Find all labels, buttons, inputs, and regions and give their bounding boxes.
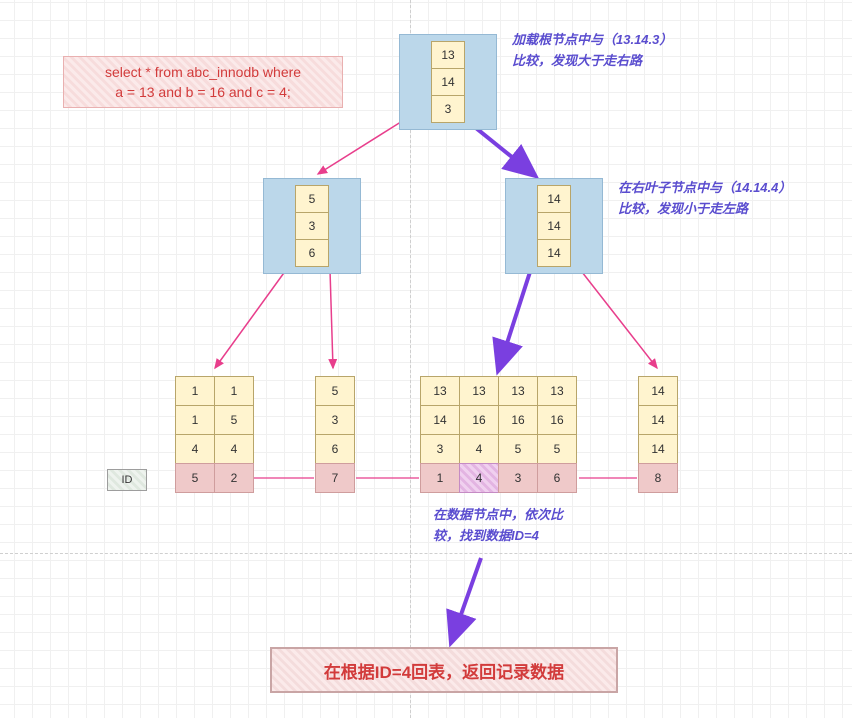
root-cell-2: 3 bbox=[431, 95, 465, 123]
annotation-data: 在数据节点中，依次比较，找到数据ID=4 bbox=[433, 505, 633, 547]
sql-query-box: select * from abc_innodb where a = 13 an… bbox=[63, 56, 343, 108]
root-node: 13 14 3 bbox=[399, 34, 497, 130]
leaf3-c0r1: 14 bbox=[420, 405, 460, 435]
leaf3-c0r2: 3 bbox=[420, 434, 460, 464]
leaf3-c0r0: 13 bbox=[420, 376, 460, 406]
leaf2-c0r2: 6 bbox=[315, 434, 355, 464]
leaf3-c1r2: 4 bbox=[459, 434, 499, 464]
leaf3-c1r3-selected: 4 bbox=[459, 463, 499, 493]
leaf3-c3r1: 16 bbox=[537, 405, 577, 435]
leaf4-c0r0: 14 bbox=[638, 376, 678, 406]
root-cell-0: 13 bbox=[431, 41, 465, 69]
leaf2-c0r1: 3 bbox=[315, 405, 355, 435]
leaf3-c2r2: 5 bbox=[498, 434, 538, 464]
leaf3-c2r0: 13 bbox=[498, 376, 538, 406]
annotation-right: 在右叶子节点中与（14.14.4）比较，发现小于走左路 bbox=[618, 178, 848, 220]
left-child-node: 5 3 6 bbox=[263, 178, 361, 274]
annotation-root: 加载根节点中与（13.14.3）比较，发现大于走右路 bbox=[512, 30, 762, 72]
sql-line-2: a = 13 and b = 16 and c = 4; bbox=[105, 82, 301, 102]
leaf3-c1r1: 16 bbox=[459, 405, 499, 435]
id-row-label: ID bbox=[107, 469, 147, 491]
left-cell-2: 6 bbox=[295, 239, 329, 267]
leaf3-c1r0: 13 bbox=[459, 376, 499, 406]
result-text: 在根据ID=4回表，返回记录数据 bbox=[324, 658, 564, 683]
leaf3-c3r3: 6 bbox=[537, 463, 577, 493]
leaf1-c1r2: 4 bbox=[214, 434, 254, 464]
leaf1-c0r3: 5 bbox=[175, 463, 215, 493]
leaf3-c2r3: 3 bbox=[498, 463, 538, 493]
right-child-node: 14 14 14 bbox=[505, 178, 603, 274]
result-box: 在根据ID=4回表，返回记录数据 bbox=[270, 647, 618, 693]
leaf1-c0r0: 1 bbox=[175, 376, 215, 406]
leaf-node-2: 5 3 6 7 bbox=[315, 376, 355, 493]
leaf1-c1r0: 1 bbox=[214, 376, 254, 406]
leaf3-c3r2: 5 bbox=[537, 434, 577, 464]
leaf-node-3: 13 14 3 1 13 16 4 4 13 16 5 3 13 16 5 6 bbox=[420, 376, 577, 493]
leaf3-c2r1: 16 bbox=[498, 405, 538, 435]
right-cell-0: 14 bbox=[537, 185, 571, 213]
leaf3-c0r3: 1 bbox=[420, 463, 460, 493]
right-cell-2: 14 bbox=[537, 239, 571, 267]
right-cell-1: 14 bbox=[537, 212, 571, 240]
leaf4-c0r3: 8 bbox=[638, 463, 678, 493]
leaf1-c1r3: 2 bbox=[214, 463, 254, 493]
leaf2-c0r3: 7 bbox=[315, 463, 355, 493]
left-cell-1: 3 bbox=[295, 212, 329, 240]
leaf2-c0r0: 5 bbox=[315, 376, 355, 406]
leaf3-c3r0: 13 bbox=[537, 376, 577, 406]
left-cell-0: 5 bbox=[295, 185, 329, 213]
leaf1-c1r1: 5 bbox=[214, 405, 254, 435]
leaf-node-4: 14 14 14 8 bbox=[638, 376, 678, 493]
leaf4-c0r2: 14 bbox=[638, 434, 678, 464]
leaf4-c0r1: 14 bbox=[638, 405, 678, 435]
sql-line-1: select * from abc_innodb where bbox=[105, 62, 301, 82]
leaf1-c0r2: 4 bbox=[175, 434, 215, 464]
root-cell-1: 14 bbox=[431, 68, 465, 96]
leaf-node-1: 1 1 4 5 1 5 4 2 bbox=[175, 376, 254, 493]
leaf1-c0r1: 1 bbox=[175, 405, 215, 435]
